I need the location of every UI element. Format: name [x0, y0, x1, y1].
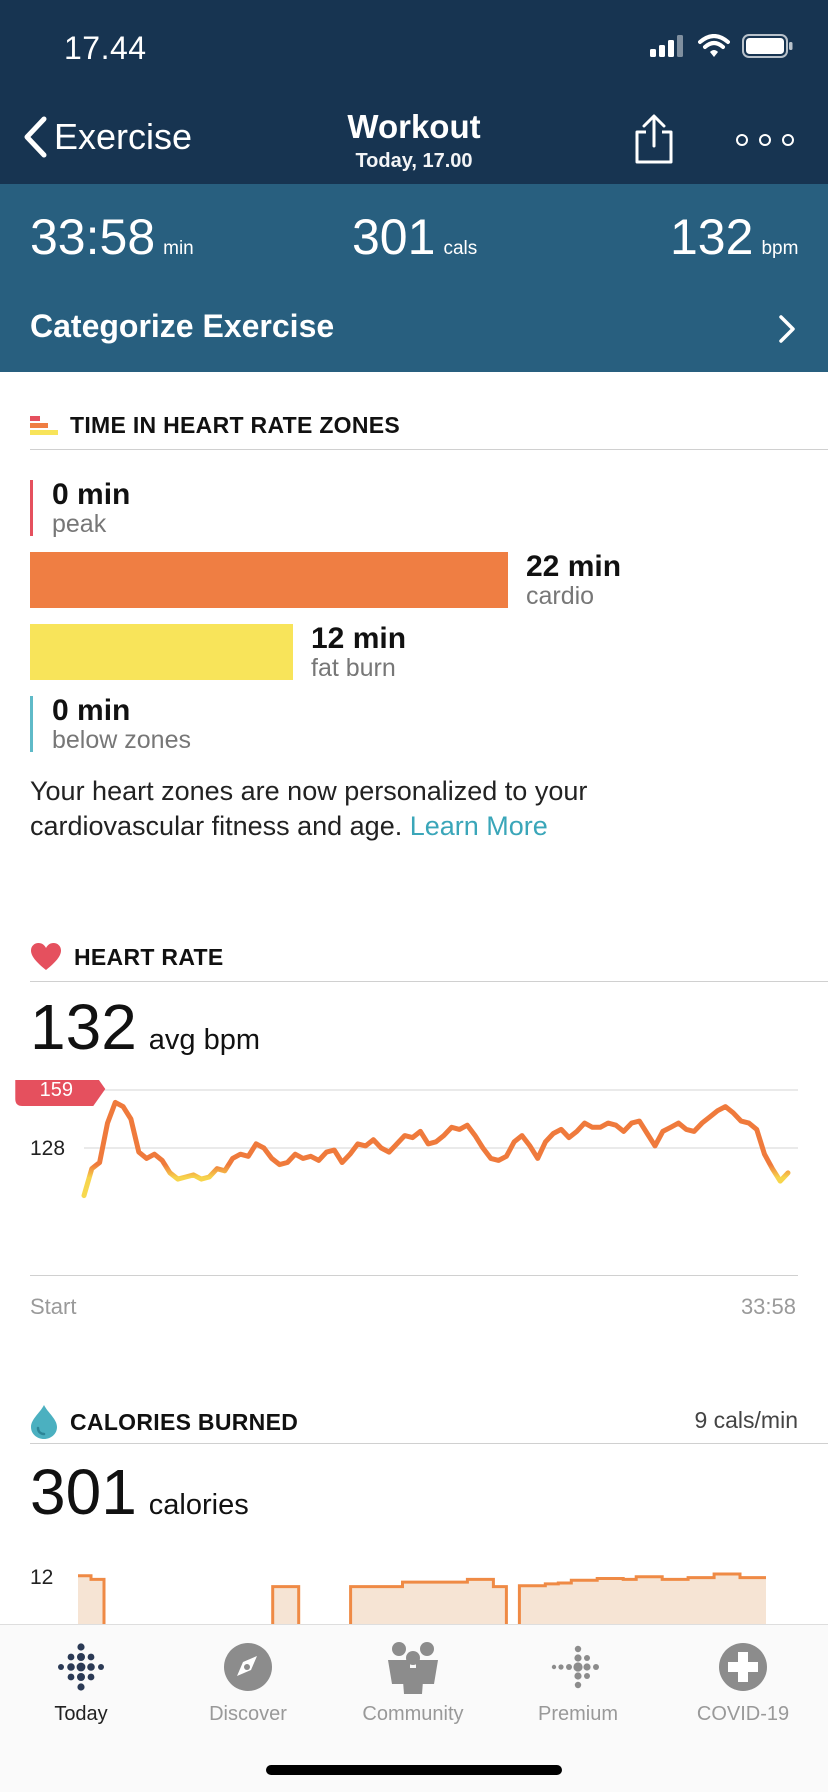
header: 17.44 Exercise Workout Today, 17.00	[0, 0, 828, 184]
categorize-exercise-button[interactable]: Categorize Exercise	[30, 308, 334, 345]
tab-covid-label: COVID-19	[696, 1703, 790, 1725]
heart-rate-chart[interactable]: 156128 159	[0, 1080, 828, 1320]
battery-icon	[742, 34, 793, 58]
tab-discover-label: Discover	[209, 1703, 287, 1725]
avg-heart-rate-value: 132	[30, 991, 137, 1063]
fitbit-dots-icon	[58, 1643, 104, 1691]
avg-heart-rate: 132 avg bpm	[30, 990, 260, 1064]
calories-header: CALORIES BURNED	[30, 1404, 298, 1440]
calories-chart[interactable]: 12	[0, 1560, 828, 1626]
calories-y-tick: 12	[30, 1566, 53, 1589]
duration-value: 33:58	[30, 209, 156, 265]
peak-zone-label: peak	[52, 510, 107, 538]
tab-discover[interactable]: Discover	[173, 1637, 323, 1726]
status-time: 17.44	[64, 30, 147, 66]
zones-note: Your heart zones are now personalized to…	[30, 774, 670, 844]
duration-stat: 33:58 min	[30, 208, 194, 266]
chart-end-label: 33:58	[740, 1294, 796, 1319]
zones-header: TIME IN HEART RATE ZONES	[30, 412, 400, 439]
duration-unit: min	[163, 238, 194, 259]
tab-today-label: Today	[54, 1703, 108, 1725]
tab-today[interactable]: Today	[6, 1637, 156, 1726]
cardio-zone-bar	[30, 552, 508, 608]
calories-unit: cals	[443, 238, 478, 259]
tab-community[interactable]: Community	[338, 1637, 488, 1726]
chevron-right-icon[interactable]	[778, 314, 796, 344]
water-drop-icon	[31, 1405, 57, 1439]
compass-icon	[224, 1643, 272, 1691]
zones-title: TIME IN HEART RATE ZONES	[70, 412, 401, 438]
avg-heart-rate-unit: avg bpm	[148, 1024, 261, 1056]
heart-rate-header: HEART RATE	[30, 942, 224, 972]
chart-start-label: Start	[30, 1294, 77, 1319]
zones-bars-icon	[30, 415, 58, 435]
heart-rate-line	[81, 1099, 791, 1199]
max-heart-rate-value: 159	[40, 1080, 73, 1101]
calories-value: 301	[352, 209, 436, 265]
community-icon	[388, 1642, 438, 1694]
tab-covid[interactable]: COVID-19	[668, 1637, 818, 1726]
below-zone-marker	[30, 696, 33, 752]
back-button[interactable]: Exercise	[22, 116, 192, 158]
tab-community-label: Community	[362, 1703, 464, 1725]
divider	[30, 981, 828, 982]
summary-panel: 33:58 min 301 cals 132 bpm Categorize Ex…	[0, 184, 828, 372]
heart-rate-unit: bpm	[761, 238, 799, 259]
learn-more-link[interactable]: Learn More	[410, 811, 548, 841]
chevron-left-icon	[24, 116, 47, 158]
cardio-zone-value: 22 min	[526, 550, 622, 583]
max-heart-rate-badge: 159	[15, 1080, 106, 1106]
share-button[interactable]	[632, 114, 676, 171]
heart-rate-stat: 132 bpm	[670, 208, 798, 266]
dot-icon	[736, 134, 748, 146]
calories-stat: 301 cals	[352, 208, 477, 266]
heart-rate-title: HEART RATE	[74, 943, 224, 970]
cellular-signal-icon	[650, 35, 683, 57]
fat-burn-zone-bar	[30, 624, 293, 680]
peak-zone-marker	[30, 480, 33, 536]
status-icons	[650, 34, 794, 58]
more-options-button[interactable]	[736, 134, 794, 146]
divider	[30, 1275, 798, 1276]
dot-icon	[782, 134, 794, 146]
heart-rate-value: 132	[670, 209, 754, 265]
peak-zone-value: 0 min	[52, 478, 131, 511]
calories-rate: 9 cals/min	[694, 1407, 798, 1433]
y-tick-label: 128	[30, 1137, 65, 1160]
divider	[30, 1443, 828, 1444]
calories-title: CALORIES BURNED	[70, 1408, 299, 1435]
wifi-icon	[698, 34, 730, 57]
tab-premium[interactable]: Premium	[503, 1637, 653, 1726]
divider	[30, 449, 828, 450]
medical-cross-icon	[719, 1643, 767, 1691]
tab-premium-label: Premium	[537, 1703, 618, 1725]
fat-burn-zone-label: fat burn	[311, 654, 396, 682]
below-zone-label: below zones	[52, 726, 191, 754]
premium-dots-icon	[551, 1645, 599, 1689]
total-calories-value: 301	[30, 1456, 137, 1528]
below-zone-value: 0 min	[52, 694, 131, 727]
total-calories: 301 calories	[30, 1455, 249, 1529]
share-icon	[635, 114, 673, 164]
fat-burn-zone-value: 12 min	[311, 622, 407, 655]
heart-icon	[31, 943, 61, 970]
home-indicator	[266, 1765, 562, 1775]
total-calories-unit: calories	[148, 1489, 249, 1521]
cardio-zone-label: cardio	[526, 582, 595, 610]
dot-icon	[759, 134, 771, 146]
back-label: Exercise	[54, 116, 193, 157]
